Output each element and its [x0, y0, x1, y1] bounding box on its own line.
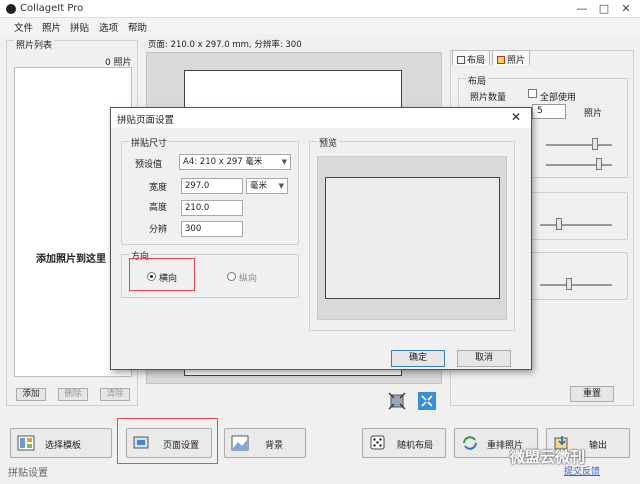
use-all-label: 全部使用 — [540, 93, 577, 103]
menu-options[interactable]: 选项 — [99, 20, 118, 34]
main-window: CollageIt Pro — □ ✕ 文件 照片 拼贴 选项 帮助 照片列表 … — [0, 0, 640, 484]
menu-collage[interactable]: 拼贴 — [70, 20, 89, 34]
slider-thumb[interactable] — [566, 278, 572, 290]
remove-photo-button[interactable]: 删除 — [58, 388, 88, 401]
menu-bar — [0, 18, 640, 34]
unit-value: 毫米 — [250, 181, 268, 191]
title-bar: CollageIt Pro — □ ✕ — [0, 0, 640, 18]
layout-tab-icon — [457, 56, 465, 64]
photo-list-title: 照片列表 — [14, 38, 55, 51]
resolution-label: 分辨 — [149, 225, 168, 235]
slider-track — [540, 284, 612, 286]
background-button[interactable]: 背景 — [224, 428, 306, 458]
app-logo-icon — [6, 4, 16, 14]
slider-track — [540, 224, 612, 226]
preset-value: A4: 210 x 297 毫米 — [183, 157, 263, 167]
layout-group-title: 布局 — [466, 74, 489, 87]
add-photo-hint: 添加照片到这里 — [36, 254, 106, 265]
choose-template-label: 选择模板 — [45, 441, 82, 451]
preview-group-title: 预览 — [317, 136, 340, 149]
photo-tab-icon — [497, 56, 505, 64]
background-label: 背景 — [265, 441, 284, 451]
tab-photo-label: 照片 — [507, 56, 526, 66]
page-setup-dialog: 拼贴页面设置 ✕ 拼贴尺寸 预设值 A4: 210 x 297 毫米 ▼ 宽度 … — [110, 107, 532, 370]
reset-button[interactable]: 重置 — [570, 386, 614, 402]
menu-file[interactable]: 文件 — [14, 20, 33, 34]
close-icon[interactable]: ✕ — [616, 2, 636, 16]
maximize-icon[interactable]: □ — [594, 2, 614, 16]
app-title: CollageIt Pro — [20, 3, 84, 14]
tab-photo[interactable]: 照片 — [492, 50, 531, 66]
size-group-title: 拼贴尺寸 — [129, 136, 170, 149]
preview-page — [325, 177, 500, 299]
output-label: 输出 — [589, 441, 608, 451]
menu-help[interactable]: 帮助 — [128, 20, 147, 34]
shuffle-icon — [461, 435, 479, 451]
slider-track — [546, 164, 612, 166]
slider-track — [546, 144, 612, 146]
ok-button[interactable]: 确定 — [391, 350, 445, 367]
photo-qty-label: 照片数量 — [470, 93, 507, 103]
use-all-checkbox[interactable] — [528, 89, 537, 98]
slider-thumb[interactable] — [592, 138, 598, 150]
page-setup-highlight — [117, 418, 218, 464]
menu-photo[interactable]: 照片 — [42, 20, 61, 34]
minimize-icon[interactable]: — — [572, 2, 592, 16]
portrait-radio[interactable] — [227, 272, 236, 281]
photo-qty-spinner[interactable]: 5 — [532, 104, 566, 119]
slider-thumb[interactable] — [556, 218, 562, 230]
dialog-title-bar: 拼贴页面设置 ✕ — [111, 108, 531, 128]
clear-photos-button[interactable]: 清除 — [100, 388, 130, 401]
background-icon — [231, 435, 249, 451]
status-text: 拼贴设置 — [8, 468, 48, 479]
unit-select[interactable]: 毫米 ▼ — [246, 178, 288, 194]
feedback-link[interactable]: 提交反馈 — [564, 464, 600, 477]
width-label: 宽度 — [149, 183, 168, 193]
random-layout-label: 随机布局 — [397, 441, 434, 451]
fit-page-icon[interactable] — [388, 392, 406, 410]
template-icon — [17, 435, 35, 451]
dialog-close-icon[interactable]: ✕ — [511, 110, 521, 124]
height-label: 高度 — [149, 203, 168, 213]
random-layout-button[interactable]: 随机布局 — [362, 428, 446, 458]
resolution-input[interactable]: 300 — [181, 221, 243, 237]
height-input[interactable]: 210.0 — [181, 200, 243, 216]
chevron-down-icon: ▼ — [281, 158, 287, 166]
landscape-highlight — [129, 258, 195, 291]
chevron-down-icon: ▼ — [278, 182, 284, 190]
preset-select[interactable]: A4: 210 x 297 毫米 ▼ — [179, 154, 291, 170]
dice-icon — [369, 435, 387, 451]
photo-qty-unit: 照片 — [584, 109, 603, 119]
add-photo-button[interactable]: 添加 — [16, 388, 46, 401]
page-info: 页面: 210.0 x 297.0 mm, 分辨率: 300 — [148, 40, 302, 50]
tab-layout-label: 布局 — [467, 56, 486, 66]
tab-layout[interactable]: 布局 — [452, 50, 491, 66]
portrait-label: 纵向 — [239, 274, 258, 284]
choose-template-button[interactable]: 选择模板 — [10, 428, 112, 458]
dialog-title: 拼贴页面设置 — [117, 115, 175, 126]
slider-thumb[interactable] — [596, 158, 602, 170]
cancel-button[interactable]: 取消 — [457, 350, 511, 367]
actual-size-icon[interactable] — [418, 392, 436, 410]
preset-label: 预设值 — [135, 160, 163, 170]
width-input[interactable]: 297.0 — [181, 178, 243, 194]
